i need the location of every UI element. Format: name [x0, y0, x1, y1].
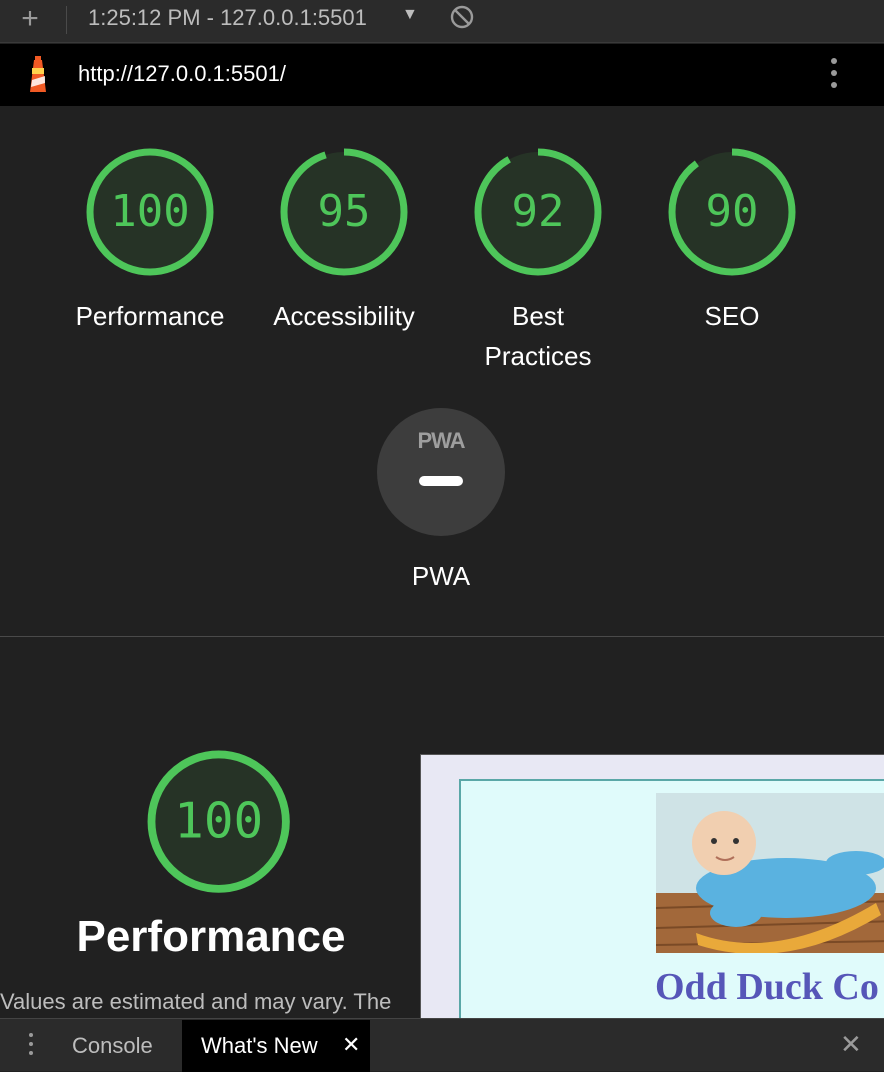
score-label-line: Best [511, 301, 565, 331]
score-value: 90 [705, 186, 759, 237]
report-dropdown-icon[interactable]: ▼ [402, 6, 418, 24]
preview-page: Odd Duck Co [459, 779, 884, 1019]
report-selector[interactable]: 1:25:12 PM - 127.0.0.1:5501 [88, 5, 367, 31]
page-screenshot-preview[interactable]: Odd Duck Co [420, 754, 884, 1019]
score-label-line: Performance [75, 301, 225, 331]
pwa-logo-icon: PWA [417, 428, 465, 453]
lighthouse-url-bar: http://127.0.0.1:5501/ [0, 44, 884, 106]
performance-title: Performance [76, 912, 346, 961]
score-gauge[interactable]: 95 [280, 148, 408, 276]
score-label[interactable]: Best Practices [438, 296, 638, 376]
score-gauge[interactable]: 90 [668, 148, 796, 276]
score-gauge[interactable]: 92 [474, 148, 602, 276]
toolbar-divider [66, 6, 67, 34]
performance-note: Values are estimated and may vary. The [0, 989, 392, 1014]
pwa-label[interactable]: PWA [341, 556, 541, 596]
score-label-line: Accessibility [273, 301, 415, 331]
preview-site-title: Odd Duck Co [655, 966, 879, 1008]
tab-whats-new-label: What's New [201, 1033, 318, 1058]
pwa-badge[interactable]: PWA [377, 408, 505, 536]
close-drawer-icon[interactable]: ✕ [840, 1029, 862, 1060]
score-value: 100 [110, 186, 190, 237]
more-options-icon[interactable] [824, 58, 844, 92]
baby-photo [656, 793, 884, 953]
score-label[interactable]: SEO [632, 296, 832, 336]
devtools-drawer: Console What's New ✕ ✕ [0, 1018, 884, 1072]
score-label-line: SEO [704, 301, 760, 331]
section-divider [0, 636, 884, 637]
score-gauge[interactable]: 100 [86, 148, 214, 276]
new-report-button[interactable]: + [10, 2, 50, 36]
close-tab-icon[interactable]: ✕ [342, 1032, 360, 1058]
performance-score-value: 100 [174, 792, 264, 850]
clear-all-icon[interactable] [450, 5, 474, 29]
drawer-menu-icon[interactable] [26, 1033, 36, 1059]
lighthouse-logo-icon [30, 56, 46, 92]
score-label-line: Practices [484, 341, 592, 371]
score-label[interactable]: Accessibility [244, 296, 444, 336]
tab-console[interactable]: Console [72, 1033, 153, 1059]
report-url: http://127.0.0.1:5501/ [78, 61, 286, 86]
tab-whats-new[interactable]: What's New ✕ [182, 1020, 370, 1072]
score-value: 92 [511, 186, 565, 237]
score-value: 95 [317, 186, 371, 237]
performance-score-gauge: 100 [147, 750, 290, 893]
pwa-dash [419, 476, 463, 486]
report-toolbar: + 1:25:12 PM - 127.0.0.1:5501 ▼ [0, 0, 884, 43]
score-label[interactable]: Performance [50, 296, 250, 336]
